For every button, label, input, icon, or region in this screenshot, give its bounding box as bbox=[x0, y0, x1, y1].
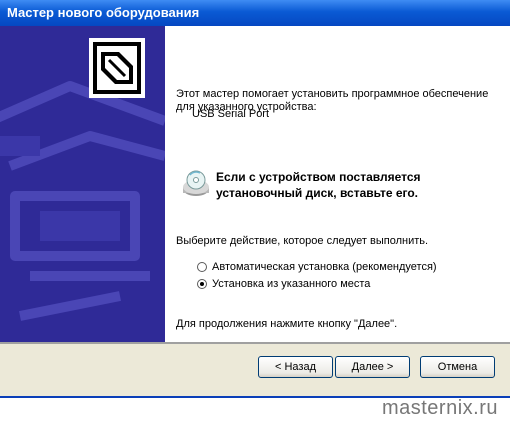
button-bar: < Назад Далее > Отмена bbox=[0, 344, 510, 396]
continue-hint: Для продолжения нажмите кнопку "Далее". bbox=[176, 318, 398, 330]
radio-install-from-location[interactable]: Установка из указанного места bbox=[197, 277, 370, 291]
insert-disk-message: Если с устройством поставляется установо… bbox=[216, 170, 421, 200]
hardware-wizard-icon bbox=[89, 38, 145, 98]
radio-label: Автоматическая установка (рекомендуется) bbox=[212, 261, 437, 273]
wizard-content: Этот мастер помогает установить программ… bbox=[165, 26, 510, 342]
cancel-button[interactable]: Отмена bbox=[420, 356, 495, 378]
choose-action-label: Выберите действие, которое следует выпол… bbox=[176, 235, 429, 247]
radio-button[interactable] bbox=[197, 262, 207, 272]
device-name: USB Serial Port bbox=[192, 108, 270, 120]
watermark: masternix.ru bbox=[381, 397, 498, 419]
radio-label: Установка из указанного места bbox=[212, 278, 371, 290]
window-title: Мастер нового оборудования bbox=[0, 0, 510, 26]
back-button[interactable]: < Назад bbox=[258, 356, 333, 378]
wizard-sidebar-graphic bbox=[0, 26, 165, 342]
next-button[interactable]: Далее > bbox=[335, 356, 410, 378]
wizard-window: Мастер нового оборудования Этот мастер п… bbox=[0, 0, 510, 396]
radio-automatic-install[interactable]: Автоматическая установка (рекомендуется) bbox=[197, 260, 437, 274]
cd-icon bbox=[181, 169, 211, 199]
radio-button-selected[interactable] bbox=[197, 279, 207, 289]
